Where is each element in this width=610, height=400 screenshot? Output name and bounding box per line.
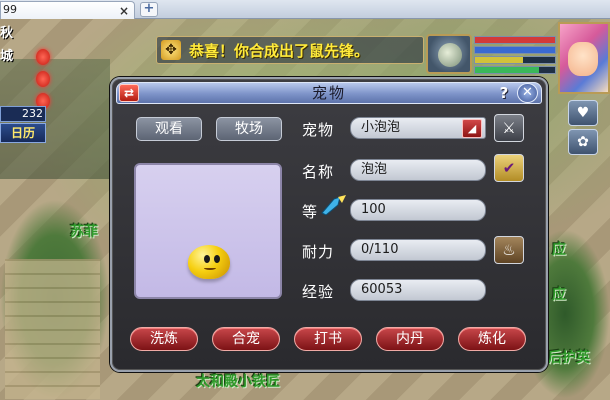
tab-close-icon[interactable]: ×	[119, 3, 129, 19]
merge-button[interactable]: 合宠	[212, 327, 280, 351]
ranch-button[interactable]: 牧场	[216, 117, 282, 141]
view-button[interactable]: 观看	[136, 117, 202, 141]
mp-bar	[474, 46, 556, 54]
equip-icon[interactable]: ⚔	[494, 114, 524, 142]
player-face-icon	[568, 42, 598, 76]
pet-dialog: ⇄ 宠物 ? ✕ 观看 牧场 宠物 小泡泡 ◢ ⚔ 名称 泡泡 ✔ 等 100 …	[110, 77, 548, 372]
exp-label: 经验	[302, 283, 335, 301]
coordinate-readout: 232	[0, 106, 46, 122]
checkmark-icon[interactable]: ✔	[494, 154, 524, 182]
npc-name-label[interactable]: 应	[552, 239, 566, 259]
orb-icon[interactable]: ✿	[568, 129, 598, 155]
npc-name-label[interactable]: 太和殿小铁匠	[196, 371, 280, 391]
new-tab-button[interactable]: +	[140, 2, 158, 17]
npc-name-label[interactable]: 应	[552, 284, 566, 304]
level-field: 100	[350, 199, 486, 221]
calendar-button[interactable]: 日历	[0, 123, 46, 143]
wash-button[interactable]: 洗炼	[130, 327, 198, 351]
player-portrait[interactable]	[558, 22, 610, 94]
browser-tab[interactable]: 99 ×	[0, 1, 135, 19]
close-icon[interactable]: ✕	[517, 83, 538, 103]
pet-portrait[interactable]	[426, 34, 472, 74]
level-up-arrow-icon	[321, 195, 346, 215]
scene-stone-pillar	[5, 259, 100, 399]
pet-sprite	[188, 245, 230, 279]
system-message-banner: ✥ 恭喜！你合成出了鼠先锋。	[156, 36, 424, 64]
status-bars	[474, 34, 556, 74]
refine-button[interactable]: 炼化	[458, 327, 526, 351]
heart-icon[interactable]: ♥	[568, 100, 598, 126]
city-name-line2: 城	[0, 49, 14, 64]
name-label: 名称	[302, 163, 335, 181]
browser-tab-strip: 99 × +	[0, 0, 610, 19]
loyalty-bar	[474, 66, 556, 74]
pet-label: 宠物	[302, 121, 335, 139]
pet-preview	[134, 163, 282, 299]
browser-tab-title: 99	[3, 3, 17, 16]
level-label: 等	[302, 203, 319, 221]
exp-bar	[474, 56, 556, 64]
side-button-column: ♥ ✿	[568, 100, 602, 158]
npc-name-label[interactable]: 苏菲	[70, 221, 98, 241]
name-field[interactable]: 泡泡	[350, 159, 486, 181]
city-name-line1: 秋	[0, 26, 14, 41]
dialog-titlebar[interactable]: ⇄ 宠物 ? ✕	[116, 82, 542, 104]
pet-face-icon	[438, 43, 462, 67]
npc-name-label[interactable]: 后护英	[548, 347, 590, 367]
help-icon[interactable]: ?	[495, 84, 513, 102]
system-message-text: 恭喜！你合成出了鼠先锋。	[189, 41, 370, 60]
inner-core-button[interactable]: 内丹	[376, 327, 444, 351]
dropdown-arrow-icon[interactable]: ◢	[462, 119, 482, 138]
stamina-label: 耐力	[302, 243, 335, 261]
stamina-field: 0/110	[350, 239, 486, 261]
exp-field: 60053	[350, 279, 486, 301]
hp-bar	[474, 36, 556, 44]
minimap-hud[interactable]: 秋 城 232 日历	[0, 20, 48, 143]
food-bowl-icon[interactable]: ♨	[494, 236, 524, 264]
book-button[interactable]: 打书	[294, 327, 362, 351]
dialog-title: 宠物	[311, 84, 346, 102]
move-icon[interactable]: ✥	[161, 40, 181, 60]
